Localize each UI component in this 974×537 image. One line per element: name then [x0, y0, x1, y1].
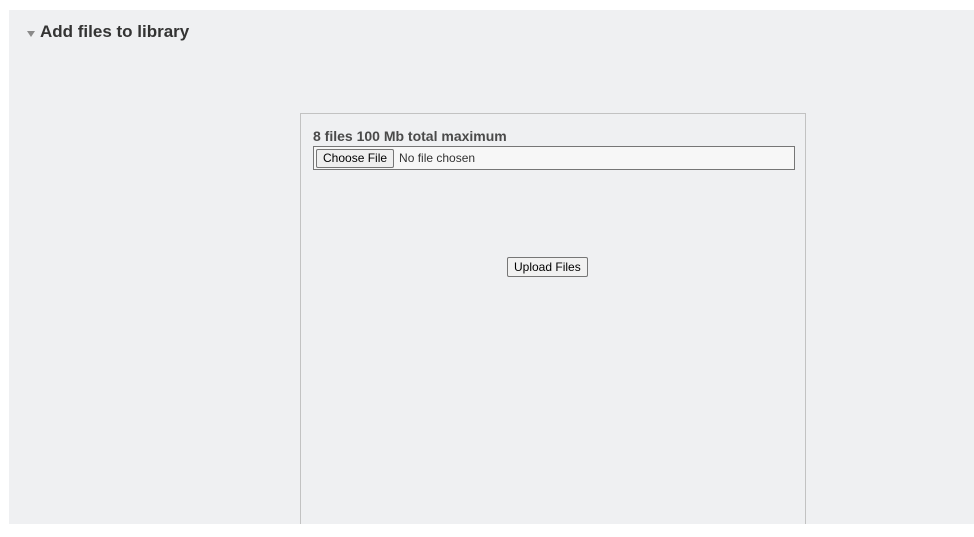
caret-down-icon [27, 31, 35, 37]
upload-files-button[interactable]: Upload Files [507, 257, 588, 277]
file-input[interactable]: Choose File No file chosen [313, 146, 795, 170]
choose-file-button[interactable]: Choose File [316, 148, 395, 168]
panel-title: Add files to library [40, 22, 190, 41]
upload-limit-text: 8 files 100 Mb total maximum [313, 128, 507, 144]
add-files-panel: Add files to library 8 files 100 Mb tota… [9, 10, 974, 524]
panel-header-toggle[interactable]: Add files to library [27, 22, 189, 42]
upload-form: 8 files 100 Mb total maximum Choose File… [300, 113, 806, 524]
file-status-text: No file chosen [399, 151, 476, 165]
